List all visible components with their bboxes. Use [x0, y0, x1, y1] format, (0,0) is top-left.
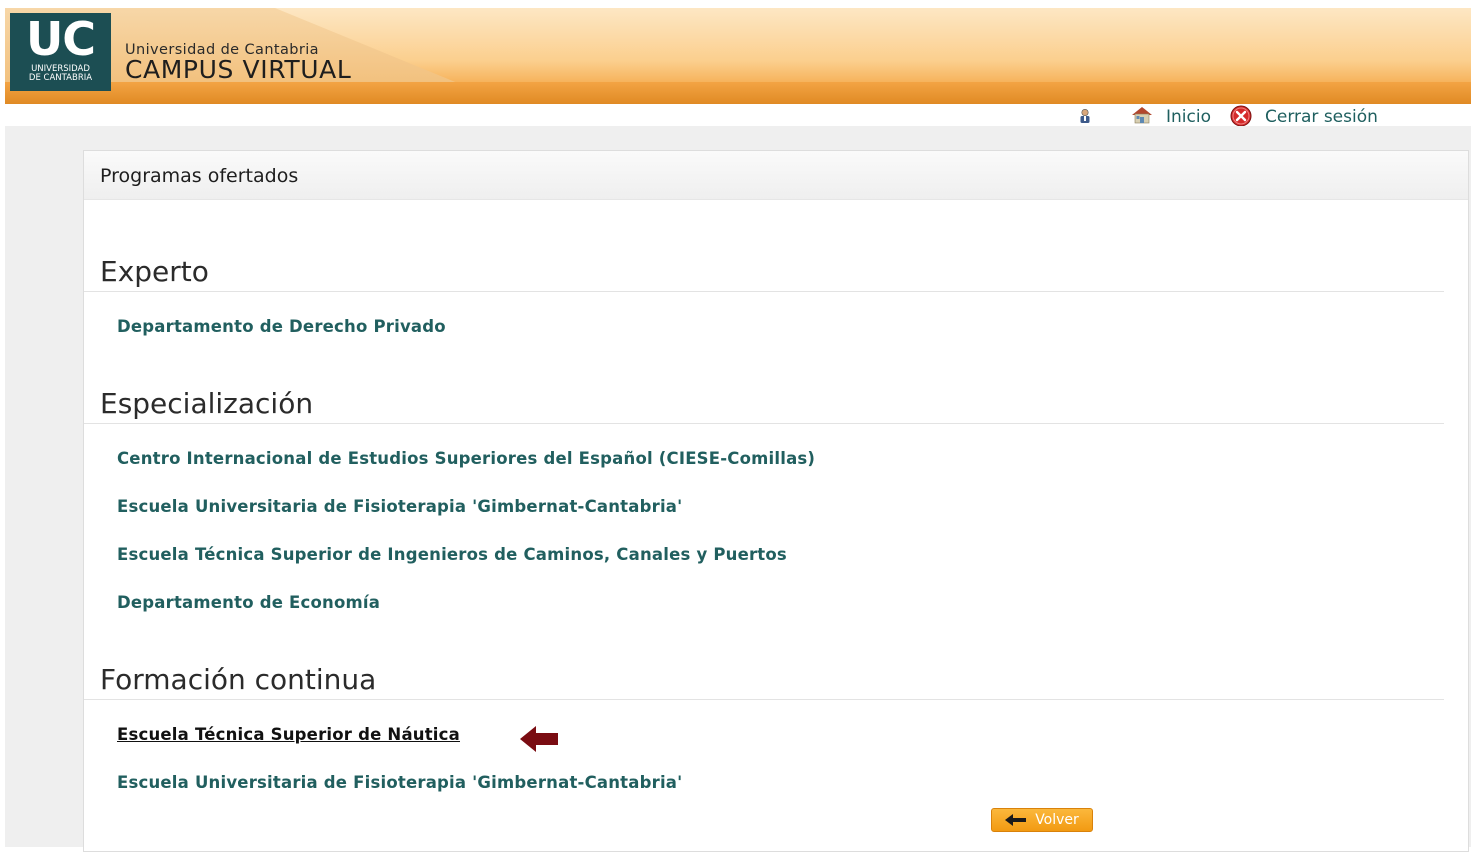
program-link-fisioterapia-gimbernat[interactable]: Escuela Universitaria de Fisioterapia 'G…	[117, 497, 682, 516]
pointer-arrow-icon	[520, 726, 558, 752]
program-link-ingenieros-caminos[interactable]: Escuela Técnica Superior de Ingenieros d…	[117, 545, 787, 564]
program-link-nautica[interactable]: Escuela Técnica Superior de Náutica	[117, 725, 460, 744]
section-title-experto: Experto	[100, 255, 209, 288]
section-title-especializacion: Especialización	[100, 387, 314, 420]
program-link-economia[interactable]: Departamento de Economía	[117, 593, 380, 612]
program-link-fisioterapia-gimbernat-continua[interactable]: Escuela Universitaria de Fisioterapia 'G…	[117, 773, 682, 792]
section-divider	[84, 699, 1444, 700]
program-link-derecho-privado[interactable]: Departamento de Derecho Privado	[117, 317, 446, 336]
section-divider	[84, 423, 1444, 424]
logo-text: UC	[25, 12, 96, 66]
uc-logo[interactable]: UC UNIVERSIDAD DE CANTABRIA	[10, 13, 111, 91]
logout-icon[interactable]	[1229, 104, 1253, 128]
panel-title: Programas ofertados	[100, 165, 299, 187]
back-button-label: Volver	[1035, 812, 1079, 828]
panel-header: Programas ofertados	[84, 151, 1468, 200]
section-title-formacion-continua: Formación continua	[100, 663, 377, 696]
arrow-left-icon	[1005, 814, 1027, 826]
user-nav: Inicio Cerrar sesión	[0, 104, 1476, 127]
site-header: UC UNIVERSIDAD DE CANTABRIA Universidad …	[5, 8, 1471, 104]
home-link[interactable]: Inicio	[1166, 107, 1211, 127]
programs-panel: Programas ofertados Experto Departamento…	[83, 150, 1469, 852]
logout-link[interactable]: Cerrar sesión	[1265, 107, 1378, 127]
logo-subtitle: UNIVERSIDAD DE CANTABRIA	[28, 64, 93, 83]
site-title: CAMPUS VIRTUAL	[125, 55, 352, 84]
program-link-ciese-comillas[interactable]: Centro Internacional de Estudios Superio…	[117, 449, 815, 468]
section-divider	[84, 291, 1444, 292]
back-button[interactable]: Volver	[991, 808, 1093, 832]
